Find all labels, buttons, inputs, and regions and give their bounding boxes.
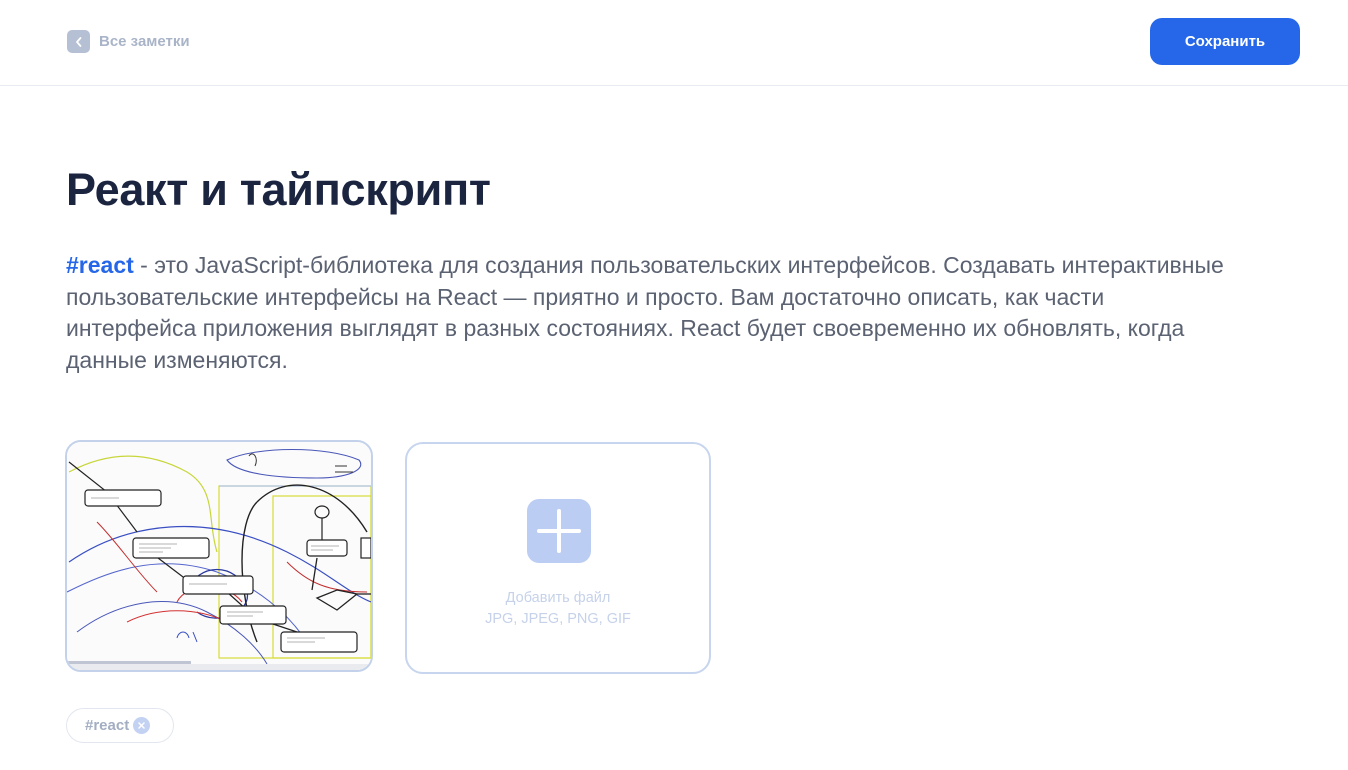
- add-file-dropzone[interactable]: Добавить файл JPG, JPEG, PNG, GIF: [405, 442, 711, 674]
- close-icon[interactable]: [133, 717, 151, 734]
- back-to-notes-link[interactable]: Все заметки: [67, 30, 190, 53]
- plus-icon: [527, 499, 591, 563]
- chevron-left-icon: [67, 30, 90, 53]
- diagram-sketch-image: [67, 442, 371, 670]
- tag-chip: #react: [66, 708, 174, 743]
- top-bar: Все заметки Сохранить: [0, 0, 1348, 86]
- hashtag-link[interactable]: #react: [66, 252, 134, 278]
- back-link-label: Все заметки: [99, 33, 190, 50]
- note-title[interactable]: Реакт и тайпскрипт: [66, 164, 491, 216]
- note-body-text: - это JavaScript-библиотека для создания…: [66, 252, 1224, 373]
- tag-label: #react: [85, 717, 130, 734]
- save-button[interactable]: Сохранить: [1150, 18, 1300, 65]
- attached-image-thumbnail[interactable]: [65, 440, 373, 672]
- note-body[interactable]: #react - это JavaScript-библиотека для с…: [66, 250, 1226, 376]
- add-file-label: Добавить файл: [505, 590, 611, 606]
- allowed-formats-label: JPG, JPEG, PNG, GIF: [485, 611, 631, 627]
